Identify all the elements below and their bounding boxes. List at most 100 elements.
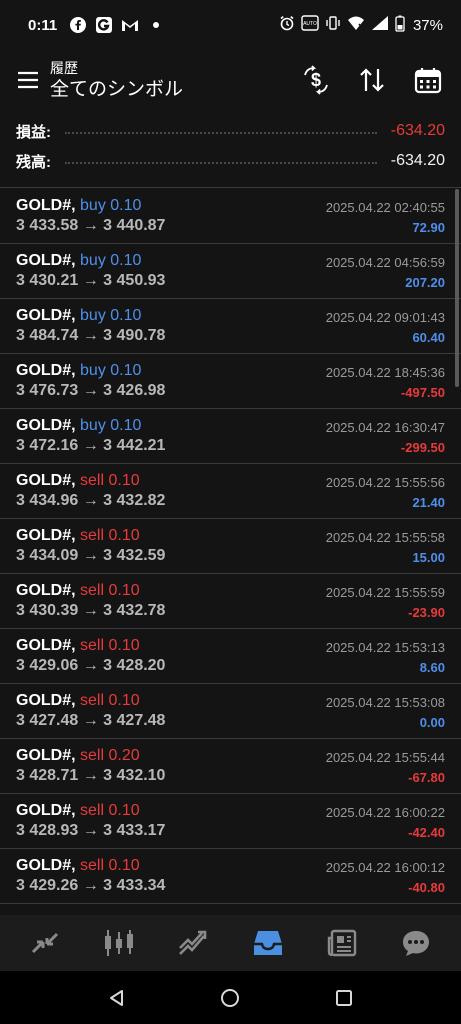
trade-icon: [179, 930, 207, 955]
trade-row[interactable]: GOLD#, sell 0.10 3 428.93 → 3 433.17 2025.…: [0, 794, 461, 849]
trade-side: sell: [80, 857, 105, 874]
sort-button[interactable]: [349, 57, 395, 103]
summary-divider: [0, 187, 461, 188]
currency-exchange-icon: $: [304, 65, 328, 95]
symbol-name: GOLD#,: [16, 472, 76, 489]
calendar-button[interactable]: [405, 57, 451, 103]
profit-row: 損益: -634.20: [0, 116, 461, 146]
symbol-name: GOLD#,: [16, 692, 76, 709]
scrollbar[interactable]: [455, 189, 459, 387]
trade-symbol: GOLD#, sell 0.10: [16, 692, 140, 710]
symbol-name: GOLD#,: [16, 857, 76, 874]
balance-value: -634.20: [390, 152, 445, 169]
trade-row[interactable]: GOLD#, sell 0.10 3 434.96 → 3 432.82 2025.…: [0, 464, 461, 519]
recents-button[interactable]: [324, 978, 364, 1018]
symbol-name: GOLD#,: [16, 527, 76, 544]
trade-prices: 3 429.06 → 3 428.20: [16, 657, 166, 674]
trade-volume: 0.10: [108, 582, 140, 599]
status-time: 0:11: [28, 16, 58, 34]
trade-row[interactable]: GOLD#, sell 0.10 3 430.39 → 3 432.78 2025.…: [0, 574, 461, 629]
wifi-icon: [347, 15, 365, 35]
trade-symbol: GOLD#, sell 0.10: [16, 582, 140, 600]
nav-quotes[interactable]: [21, 919, 69, 967]
trade-row[interactable]: GOLD#, buy 0.10 3 472.16 → 3 442.21 2025.0…: [0, 409, 461, 464]
symbol-name: GOLD#,: [16, 637, 76, 654]
facebook-icon: [69, 16, 87, 34]
trade-time: 2025.04.22 15:53:08: [325, 695, 445, 710]
trade-profit: -23.90: [408, 605, 445, 620]
nav-news[interactable]: [318, 919, 366, 967]
menu-button[interactable]: [6, 58, 50, 102]
symbol-name: GOLD#,: [16, 802, 76, 819]
trade-prices: 3 429.26 → 3 433.34: [16, 877, 166, 894]
trade-prices: 3 476.73 → 3 426.98: [16, 382, 166, 399]
battery-icon: [395, 15, 405, 36]
trade-prices: 3 428.71 → 3 432.10: [16, 767, 166, 784]
trade-row[interactable]: GOLD#, buy 0.10 3 484.74 → 3 490.78 2025.0…: [0, 299, 461, 354]
trade-profit: 0.00: [419, 715, 445, 730]
back-button[interactable]: [97, 978, 137, 1018]
trade-symbol: GOLD#, buy 0.10: [16, 197, 141, 215]
trade-side: sell: [80, 582, 105, 599]
trade-symbol: GOLD#, sell 0.10: [16, 802, 140, 820]
trade-time: 2025.04.22 18:45:36: [325, 365, 445, 380]
nav-trade[interactable]: [169, 919, 217, 967]
signal-icon: [371, 15, 389, 35]
trade-symbol: GOLD#, sell 0.10: [16, 472, 140, 490]
trade-row[interactable]: GOLD#, sell 0.10 3 434.09 → 3 432.59 2025.…: [0, 519, 461, 574]
trade-symbol: GOLD#, sell 0.10: [16, 527, 140, 545]
trade-profit: -299.50: [400, 440, 445, 455]
trade-row[interactable]: GOLD#, sell 0.10 3 427.48 → 3 427.48 2025.…: [0, 684, 461, 739]
nfc-icon: AUTO: [301, 15, 319, 35]
dotted-leader: [65, 132, 377, 134]
trade-time: 2025.04.22 15:55:44: [325, 750, 445, 765]
trade-time: 2025.04.22 16:00:22: [325, 805, 445, 820]
trade-symbol: GOLD#, sell 0.10: [16, 637, 140, 655]
trade-row[interactable]: GOLD#, buy 0.10 3 476.73 → 3 426.98 2025.0…: [0, 354, 461, 409]
profit-value: -634.20: [390, 122, 445, 139]
page-title[interactable]: 全てのシンボル: [50, 79, 183, 101]
trade-prices: 3 434.09 → 3 432.59: [16, 547, 166, 564]
trade-volume: 0.10: [110, 417, 142, 434]
trade-time: 2025.04.22 15:55:58: [325, 530, 445, 545]
alarm-icon: [279, 15, 295, 35]
trade-side: buy: [80, 197, 106, 214]
trade-profit: 8.60: [419, 660, 445, 675]
trade-side: sell: [80, 472, 105, 489]
symbol-name: GOLD#,: [16, 252, 76, 269]
profit-label: 損益:: [16, 123, 51, 141]
trade-volume: 0.10: [110, 252, 142, 269]
symbol-name: GOLD#,: [16, 582, 76, 599]
nav-chart[interactable]: [95, 919, 143, 967]
sort-icon: [360, 68, 384, 92]
trade-side: sell: [80, 527, 105, 544]
trade-row[interactable]: GOLD#, sell 0.10 3 429.06 → 3 428.20 2025.…: [0, 629, 461, 684]
trade-time: 2025.04.22 16:00:12: [325, 860, 445, 875]
page-subtitle: 履歴: [50, 59, 78, 76]
trade-profit: 21.40: [412, 495, 445, 510]
nav-messages[interactable]: [392, 919, 440, 967]
trade-profit: 207.20: [405, 275, 445, 290]
trade-volume: 0.10: [110, 362, 142, 379]
trade-row[interactable]: GOLD#, buy 0.10 3 433.58 → 3 440.87 2025.0…: [0, 189, 461, 244]
home-icon: [221, 988, 240, 1007]
trade-side: buy: [80, 417, 106, 434]
home-button[interactable]: [210, 978, 250, 1018]
recents-icon: [336, 989, 353, 1006]
summary-panel: 損益: -634.20 残高: -634.20: [0, 116, 461, 176]
trade-row[interactable]: GOLD#, sell 0.20 3 428.71 → 3 432.10 2025.…: [0, 739, 461, 794]
trade-volume: 0.10: [110, 307, 142, 324]
battery-percent: 37%: [412, 16, 443, 34]
trade-symbol: GOLD#, buy 0.10: [16, 417, 141, 435]
vibrate-icon: [325, 15, 341, 35]
currency-switch-button[interactable]: $: [293, 57, 339, 103]
trade-history-list[interactable]: GOLD#, buy 0.10 3 433.58 → 3 440.87 2025.0…: [0, 189, 461, 915]
nav-history[interactable]: [244, 919, 292, 967]
trade-row[interactable]: GOLD#, sell 0.10 3 429.26 → 3 433.34 2025.…: [0, 849, 461, 904]
trade-row[interactable]: GOLD#, buy 0.10 3 430.21 → 3 450.93 2025.0…: [0, 244, 461, 299]
trade-symbol: GOLD#, sell 0.10: [16, 857, 140, 875]
trade-profit: -42.40: [408, 825, 445, 840]
status-bar: 0:11 AUTO 37%: [0, 0, 461, 50]
trade-side: sell: [80, 692, 105, 709]
trade-volume: 0.10: [108, 802, 140, 819]
